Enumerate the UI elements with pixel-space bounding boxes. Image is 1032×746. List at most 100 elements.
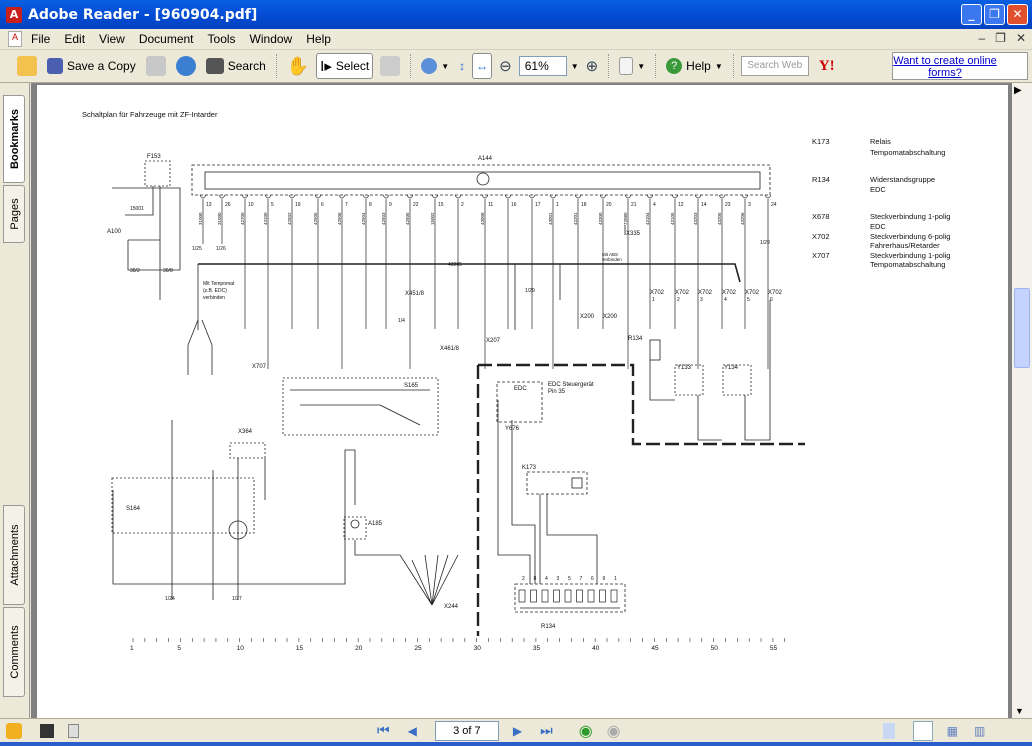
menu-help[interactable]: Help [299,32,338,46]
previous-view-button[interactable]: ◉ [579,721,593,741]
select-label: Select [335,59,370,73]
pin-label: 22 [413,202,419,208]
wire-code-label: 42201 [573,212,578,225]
fit-width-button[interactable]: ↔ [472,53,493,79]
menu-file[interactable]: File [24,32,57,46]
r134-pin-label: 6 [591,576,594,582]
label-y134: Y134 [724,365,739,371]
toolbar: Save a Copy Search ✋ I▸ Select ▼ ↕ ↔ ⊖ 61… [0,50,1032,83]
first-page-button[interactable]: ⏮ [377,722,390,739]
scale-label: 40 [592,645,600,652]
tab-pages[interactable]: Pages [3,185,25,243]
legend-desc: Tempomatabschaltung [870,260,945,269]
select-tool-button[interactable]: I▸ Select [316,53,374,79]
scroll-up-arrow-icon[interactable]: ▶ [1014,85,1022,96]
scrollbar-thumb[interactable] [1014,288,1030,368]
label-ref: 1/4 [398,318,405,324]
continuous-facing-view-button[interactable]: ▥ [974,724,985,738]
legend-code: X707 [812,251,830,260]
x702-label: X702 [745,290,760,296]
hand-tool-button[interactable]: ✋ [284,53,312,79]
doc-restore-button[interactable]: ❐ [995,31,1006,45]
menu-view[interactable]: View [92,32,132,46]
help-button[interactable]: ? Help ▼ [663,53,726,79]
x702-pin-label: 3 [700,297,703,303]
scale-label: 5 [177,645,181,652]
legend-code: R134 [812,175,830,184]
facing-view-button[interactable]: ▦ [947,724,958,738]
label-note: verbinden [203,295,225,301]
binoculars-icon [205,58,224,74]
previous-page-button[interactable]: ◀ [408,724,417,738]
pdf-document-icon[interactable]: A [8,31,22,47]
zoom-in-button[interactable]: ⊕ [583,53,602,79]
label-s165: S165 [404,383,419,389]
pin-connector [314,194,322,199]
save-copy-button[interactable]: Save a Copy [44,53,139,79]
fit-width-icon: ↔ [476,59,489,73]
menu-window[interactable]: Window [243,32,300,46]
pin-connector [362,194,370,199]
open-button[interactable] [14,53,40,79]
legend-desc: Fahrerhaus/Retarder [870,241,940,250]
x702-label: X702 [675,290,690,296]
wire-code-label: 42700 [240,212,245,225]
pin-label: 19 [295,202,301,208]
monitor-icon[interactable] [40,723,54,738]
email-button[interactable] [173,53,199,79]
label-a185: A185 [368,521,383,527]
scale-label: 35 [533,645,541,652]
tab-attachments[interactable]: Attachments [3,505,25,605]
zoom-in-tool-button[interactable]: ▼ [418,53,452,79]
tab-comments[interactable]: Comments [3,607,25,697]
continuous-view-button[interactable] [912,720,933,741]
create-forms-ad-link[interactable]: Want to create online forms? [892,52,1028,80]
close-button[interactable]: ✕ [1007,4,1028,25]
menu-edit[interactable]: Edit [57,32,92,46]
next-view-button[interactable]: ◉ [607,721,621,741]
last-page-button[interactable]: ⏭ [540,722,553,739]
single-page-view-button[interactable] [882,722,895,739]
zoom-dropdown-chevron-icon[interactable]: ▼ [571,62,579,71]
status-bar: ⏮ ◀ 3 of 7 ▶ ⏭ ◉ ◉ ▦ ▥ [0,718,1032,742]
print-button[interactable] [143,53,169,79]
r134-pin-label: 9 [603,576,606,582]
scroll-down-arrow-icon[interactable]: ▼ [1015,706,1024,716]
next-page-button[interactable]: ▶ [513,724,522,738]
wire-code-label: 31000 [198,212,203,225]
x702-connectors: X7021X7022X7023X7024X7025X7026 [650,290,783,303]
menu-document[interactable]: Document [132,32,201,46]
snapshot-button[interactable] [377,53,403,79]
fit-page-button[interactable]: ↕ [456,53,468,79]
security-lock-icon[interactable] [6,722,22,739]
wire-code-label: 43203 [693,212,698,225]
page-size-icon[interactable] [68,723,79,738]
x702-label: X702 [698,290,713,296]
x702-label: X702 [650,290,665,296]
diagram-lines [111,160,805,636]
yahoo-logo-icon[interactable]: Y! [819,58,835,75]
doc-minimize-button[interactable]: – [978,31,985,45]
pin-label: 24 [771,202,777,208]
pin-connector [264,194,272,199]
resistor [564,589,572,603]
camera-icon [380,56,401,76]
document-view[interactable]: Schaltplan für Fahrzeuge mit ZF-Intarder… [31,83,1012,718]
legend-desc: Steckverbindung 6-polig [870,232,950,241]
zoom-level-input[interactable]: 61% [518,56,567,76]
scale-label: 45 [651,645,659,652]
floppy-disk-icon [47,58,63,74]
legend-code: X678 [812,212,830,221]
search-web-input[interactable]: Search Web [740,56,809,76]
restore-button[interactable]: ❐ [984,4,1005,25]
vertical-scrollbar[interactable]: ▶ ▼ [1012,83,1032,718]
page-layout-button[interactable]: ▼ [616,53,648,79]
minimize-button[interactable]: _ [961,4,982,25]
search-button[interactable]: Search [203,53,269,79]
zoom-out-button[interactable]: ⊖ [496,53,515,79]
doc-close-button[interactable]: ✕ [1016,31,1026,45]
pin-connector [718,194,726,199]
pin-connector [481,194,489,199]
menu-tools[interactable]: Tools [201,32,243,46]
page-number-input[interactable]: 3 of 7 [434,720,499,741]
